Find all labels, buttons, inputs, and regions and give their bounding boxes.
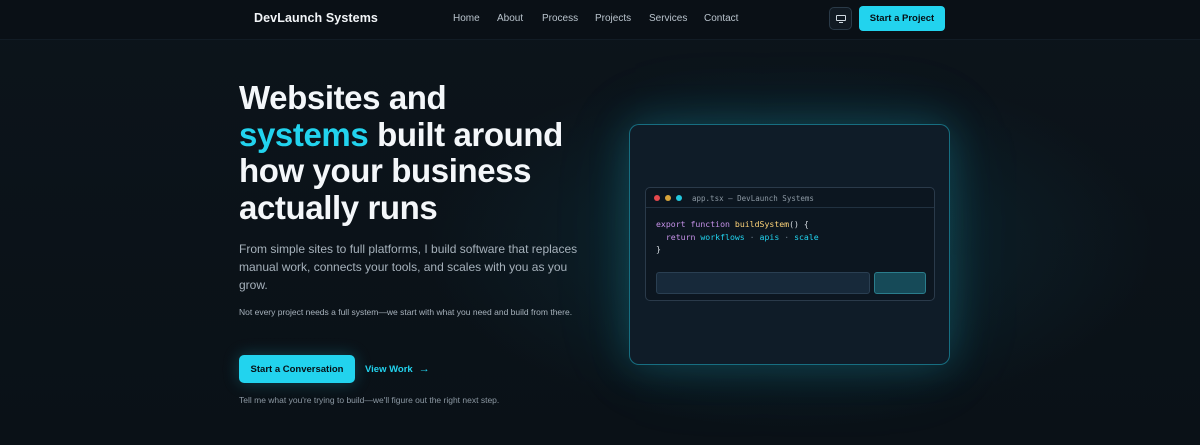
code-function-name: buildSystem: [734, 219, 790, 229]
code-separator: ·: [779, 231, 795, 242]
code-token-workflows: workflows: [700, 231, 745, 242]
theme-toggle-button[interactable]: [829, 7, 852, 30]
window-maximize-dot-icon: [676, 195, 682, 201]
code-line1-rest: () {: [789, 219, 809, 229]
nav-link-services[interactable]: Services: [649, 13, 704, 24]
code-separator: ·: [744, 231, 760, 242]
start-conversation-button[interactable]: Start a Conversation: [239, 355, 355, 383]
nav-link-about[interactable]: About: [497, 13, 542, 24]
nav-link-home[interactable]: Home: [453, 13, 497, 24]
code-keyword: export function: [656, 219, 730, 229]
code-token-scale: scale: [794, 231, 819, 242]
hero-title: Websites and systems built around how yo…: [239, 79, 599, 226]
nav-link-process[interactable]: Process: [542, 13, 595, 24]
view-work-label: View Work: [365, 363, 413, 375]
start-project-button[interactable]: Start a Project: [859, 6, 945, 31]
window-minimize-dot-icon: [665, 195, 671, 201]
top-navbar: DevLaunch Systems Home About Process Pro…: [0, 0, 1200, 40]
window-close-dot-icon: [654, 195, 660, 201]
hero-footnote: Tell me what you're trying to build—we'l…: [239, 395, 500, 405]
code-window-title: app.tsx — DevLaunch Systems: [692, 194, 814, 203]
code-window-titlebar: app.tsx — DevLaunch Systems: [646, 188, 934, 208]
nav-link-contact[interactable]: Contact: [704, 13, 754, 24]
hero-lead: From simple sites to full platforms, I b…: [239, 242, 578, 292]
view-work-link[interactable]: View Work →: [365, 363, 430, 375]
preview-input-field: [656, 272, 870, 294]
code-block: export function buildSystem() { return w…: [656, 218, 819, 256]
hero-note: Not every project needs a full system—we…: [239, 307, 573, 317]
nav-link-projects[interactable]: Projects: [595, 13, 649, 24]
page-background: [0, 0, 1200, 445]
brand-logo[interactable]: DevLaunch Systems: [254, 11, 378, 25]
hero-title-line1: Websites and: [239, 79, 447, 116]
nav-links: Home About Process Projects Services Con…: [453, 13, 754, 24]
arrow-right-icon: →: [418, 363, 430, 375]
code-line3: }: [656, 244, 661, 254]
monitor-icon: [835, 14, 846, 23]
code-return-keyword: return: [665, 231, 696, 242]
preview-submit-button: [874, 272, 926, 294]
code-token-apis: apis: [759, 231, 780, 242]
hero-title-accent: systems: [239, 115, 369, 153]
code-window: app.tsx — DevLaunch Systems export funct…: [645, 187, 935, 301]
